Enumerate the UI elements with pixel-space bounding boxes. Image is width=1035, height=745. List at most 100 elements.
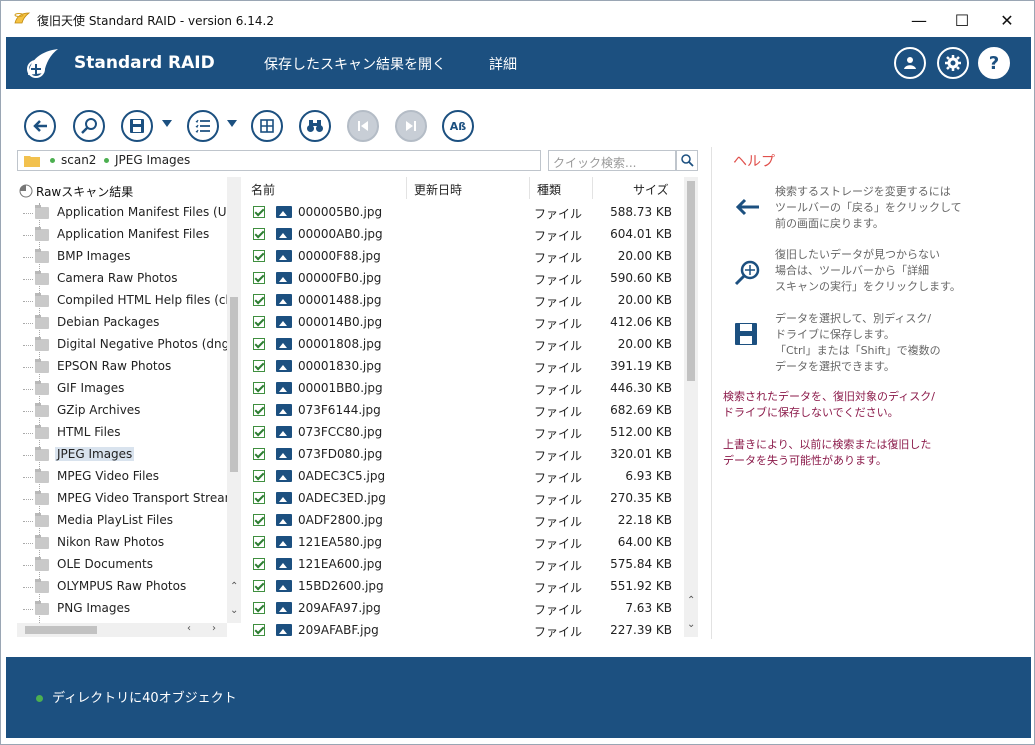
table-row[interactable]: 121EA580.jpg ファイル 64.00 KB: [244, 531, 684, 553]
folder-checkbox-icon[interactable]: [35, 425, 49, 439]
folder-checkbox-icon[interactable]: [35, 205, 49, 219]
maximize-button[interactable]: ☐: [942, 7, 982, 33]
scroll-up-icon[interactable]: ⌃: [230, 581, 238, 592]
folder-checkbox-icon[interactable]: [35, 535, 49, 549]
table-row[interactable]: 00000F88.jpg ファイル 20.00 KB: [244, 245, 684, 267]
tree-item[interactable]: GIF Images: [17, 379, 229, 399]
row-checkbox[interactable]: [253, 624, 265, 636]
row-checkbox[interactable]: [253, 602, 265, 614]
tree-hscroll-thumb[interactable]: [25, 626, 97, 634]
scroll-left-icon[interactable]: ‹: [187, 623, 191, 634]
next-button[interactable]: [395, 110, 427, 142]
table-row[interactable]: 00000AB0.jpg ファイル 604.01 KB: [244, 223, 684, 245]
tree-horizontal-scrollbar[interactable]: ‹ ›: [17, 623, 227, 637]
table-row[interactable]: 00001BB0.jpg ファイル 446.30 KB: [244, 377, 684, 399]
folder-checkbox-icon[interactable]: [35, 337, 49, 351]
font-button[interactable]: Aß: [442, 110, 474, 142]
column-header-name[interactable]: 名前: [251, 181, 275, 198]
help-button[interactable]: ?: [978, 47, 1010, 79]
grid-view-button[interactable]: [251, 110, 283, 142]
tree-item[interactable]: Media PlayList Files: [17, 511, 229, 531]
row-checkbox[interactable]: [253, 228, 265, 240]
tree-item[interactable]: Application Manifest Files (Un: [17, 203, 229, 223]
table-row[interactable]: 073F6144.jpg ファイル 682.69 KB: [244, 399, 684, 421]
details-link[interactable]: 詳細: [489, 54, 517, 74]
back-button[interactable]: [24, 110, 56, 142]
table-row[interactable]: 0ADEC3ED.jpg ファイル 270.35 KB: [244, 487, 684, 509]
table-row[interactable]: 15BD2600.jpg ファイル 551.92 KB: [244, 575, 684, 597]
column-header-modified[interactable]: 更新日時: [414, 181, 462, 198]
search-input[interactable]: クイック検索...: [548, 150, 676, 171]
row-checkbox[interactable]: [253, 470, 265, 482]
minimize-button[interactable]: —: [899, 7, 939, 33]
tree-item[interactable]: JPEG Images: [17, 445, 229, 465]
folder-checkbox-icon[interactable]: [35, 557, 49, 571]
tree-item[interactable]: GZip Archives: [17, 401, 229, 421]
folder-checkbox-icon[interactable]: [35, 601, 49, 615]
tree-vertical-scrollbar[interactable]: ⌃ ⌄: [227, 177, 241, 623]
row-checkbox[interactable]: [253, 558, 265, 570]
tree-item[interactable]: Debian Packages: [17, 313, 229, 333]
row-checkbox[interactable]: [253, 250, 265, 262]
row-checkbox[interactable]: [253, 536, 265, 548]
scroll-down-icon[interactable]: ⌄: [230, 605, 238, 616]
row-checkbox[interactable]: [253, 338, 265, 350]
tree-item[interactable]: Nikon Raw Photos: [17, 533, 229, 553]
tree-item[interactable]: Camera Raw Photos: [17, 269, 229, 289]
table-row[interactable]: 209AFA97.jpg ファイル 7.63 KB: [244, 597, 684, 619]
save-dropdown-arrow[interactable]: [162, 120, 172, 127]
row-checkbox[interactable]: [253, 492, 265, 504]
folder-checkbox-icon[interactable]: [35, 579, 49, 593]
table-row[interactable]: 00001488.jpg ファイル 20.00 KB: [244, 289, 684, 311]
scroll-right-icon[interactable]: ›: [212, 623, 216, 634]
scroll-up-icon[interactable]: ⌃: [687, 595, 695, 606]
folder-checkbox-icon[interactable]: [35, 381, 49, 395]
row-checkbox[interactable]: [253, 316, 265, 328]
tree-item[interactable]: Digital Negative Photos (dng): [17, 335, 229, 355]
column-header-type[interactable]: 種類: [537, 181, 561, 198]
table-row[interactable]: 000014B0.jpg ファイル 412.06 KB: [244, 311, 684, 333]
scroll-down-icon[interactable]: ⌄: [687, 619, 695, 630]
table-row[interactable]: 0ADF2800.jpg ファイル 22.18 KB: [244, 509, 684, 531]
tree-item[interactable]: Compiled HTML Help files (ch: [17, 291, 229, 311]
folder-checkbox-icon[interactable]: [35, 469, 49, 483]
tree-item[interactable]: Application Manifest Files: [17, 225, 229, 245]
row-checkbox[interactable]: [253, 272, 265, 284]
folder-checkbox-icon[interactable]: [35, 293, 49, 307]
folder-checkbox-icon[interactable]: [35, 359, 49, 373]
deep-scan-button[interactable]: [73, 110, 105, 142]
folder-checkbox-icon[interactable]: [35, 513, 49, 527]
row-checkbox[interactable]: [253, 426, 265, 438]
folder-checkbox-icon[interactable]: [35, 491, 49, 505]
table-row[interactable]: 00001808.jpg ファイル 20.00 KB: [244, 333, 684, 355]
folder-checkbox-icon[interactable]: [35, 447, 49, 461]
folder-checkbox-icon[interactable]: [35, 403, 49, 417]
row-checkbox[interactable]: [253, 206, 265, 218]
user-button[interactable]: [894, 47, 926, 79]
tree-item[interactable]: HTML Files: [17, 423, 229, 443]
tree-item[interactable]: PNG Images: [17, 599, 229, 619]
tree-item[interactable]: BMP Images: [17, 247, 229, 267]
tree-item[interactable]: MPEG Video Transport Stream: [17, 489, 229, 509]
row-checkbox[interactable]: [253, 580, 265, 592]
table-row[interactable]: 00000FB0.jpg ファイル 590.60 KB: [244, 267, 684, 289]
column-header-size[interactable]: サイズ: [633, 181, 669, 198]
row-checkbox[interactable]: [253, 360, 265, 372]
tree-item[interactable]: MPEG Video Files: [17, 467, 229, 487]
row-checkbox[interactable]: [253, 382, 265, 394]
folder-checkbox-icon[interactable]: [35, 227, 49, 241]
table-row[interactable]: 000005B0.jpg ファイル 588.73 KB: [244, 201, 684, 223]
row-checkbox[interactable]: [253, 514, 265, 526]
list-vertical-scrollbar[interactable]: ⌃ ⌄: [684, 177, 698, 637]
row-checkbox[interactable]: [253, 448, 265, 460]
tree-item[interactable]: OLYMPUS Raw Photos: [17, 577, 229, 597]
breadcrumb-item[interactable]: scan2: [50, 153, 96, 167]
search-button[interactable]: [676, 150, 698, 171]
list-scroll-thumb[interactable]: [687, 181, 695, 381]
table-row[interactable]: 209AFABF.jpg ファイル 227.39 KB: [244, 619, 684, 639]
tree-item[interactable]: EPSON Raw Photos: [17, 357, 229, 377]
find-button[interactable]: [299, 110, 331, 142]
settings-button[interactable]: [937, 47, 969, 79]
row-checkbox[interactable]: [253, 294, 265, 306]
previous-button[interactable]: [347, 110, 379, 142]
